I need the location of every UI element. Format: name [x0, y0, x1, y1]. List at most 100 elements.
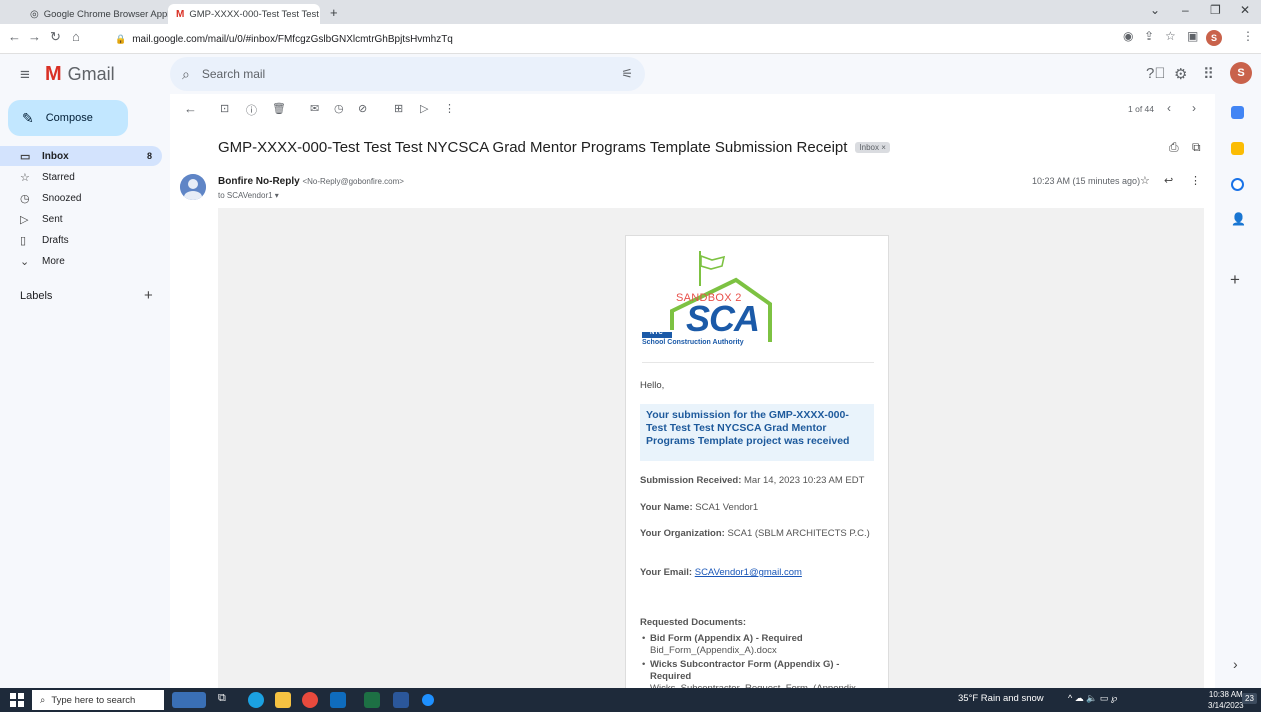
- settings-gear-icon[interactable]: ⚙: [1174, 65, 1187, 83]
- maximize-icon[interactable]: ❐: [1210, 3, 1221, 17]
- sender-email: <No-Reply@gobonfire.com>: [302, 177, 404, 186]
- document-title: Bid Form (Appendix A) - Required: [650, 633, 803, 644]
- confirmation-banner: Your submission for the GMP-XXXX-000-Tes…: [640, 404, 874, 461]
- outlook-icon[interactable]: [330, 692, 346, 708]
- search-bar[interactable]: ⌕ Search mail ⚟: [170, 57, 645, 91]
- home-icon[interactable]: ⌂: [72, 29, 80, 44]
- add-to-tasks-icon[interactable]: ⊘: [358, 102, 367, 115]
- notification-badge[interactable]: 23: [1242, 693, 1257, 704]
- word-icon[interactable]: [393, 692, 409, 708]
- sidebar-item-snoozed[interactable]: ◷ Snoozed: [0, 188, 162, 208]
- submission-received-field: Submission Received: Mar 14, 2023 10:23 …: [640, 474, 880, 487]
- show-side-panel-icon[interactable]: ›: [1233, 656, 1238, 672]
- app-icon[interactable]: [422, 694, 434, 706]
- edge-icon[interactable]: [248, 692, 264, 708]
- report-spam-icon[interactable]: ⓘ: [246, 102, 257, 118]
- weather-widget[interactable]: 35°F Rain and snow: [958, 693, 1044, 704]
- system-tray-icons[interactable]: ^ ☁ 🔈 ▭ ℘: [1068, 693, 1117, 704]
- more-actions-icon[interactable]: ⋮: [444, 102, 455, 115]
- chrome-icon: ◎: [30, 8, 39, 20]
- taskbar-search-input[interactable]: Type here to search: [51, 695, 135, 706]
- older-icon[interactable]: ›: [1192, 101, 1196, 115]
- search-input[interactable]: Search mail: [202, 67, 265, 81]
- close-window-icon[interactable]: ✕: [1240, 3, 1250, 17]
- sidebar-item-starred[interactable]: ☆ Starred: [0, 167, 162, 187]
- news-widget-icon[interactable]: [172, 692, 206, 708]
- forward-icon[interactable]: →: [28, 29, 41, 44]
- subject-text: GMP-XXXX-000-Test Test Test NYCSCA Grad …: [218, 139, 848, 156]
- create-label-icon[interactable]: +: [144, 287, 153, 304]
- clock-time: 10:38 AM: [1208, 690, 1243, 699]
- profile-avatar[interactable]: S: [1206, 30, 1222, 46]
- file-explorer-icon[interactable]: [275, 692, 291, 708]
- chrome-menu-icon[interactable]: ⋮: [1242, 29, 1254, 43]
- keep-icon[interactable]: [1231, 142, 1244, 155]
- sidebar-item-more[interactable]: ⌄ More: [0, 251, 162, 271]
- side-apps-rail: 👤 + ›: [1215, 94, 1261, 688]
- browser-tab[interactable]: ◎ Google Chrome Browser Applica ✕: [22, 4, 172, 24]
- message-more-icon[interactable]: ⋮: [1190, 174, 1201, 187]
- divider: [642, 362, 874, 363]
- address-bar[interactable]: 🔒 mail.google.com/mail/u/0/#inbox/FMfcgz…: [115, 28, 1135, 50]
- back-icon[interactable]: ←: [8, 29, 21, 44]
- message-pane: ← ⊡ ⓘ 🗑 ✉ ◷ ⊘ ⊞ ▷ ⋮ 1 of 44 ‹ › GMP-XXXX…: [172, 94, 1215, 695]
- get-addons-icon[interactable]: +: [1230, 270, 1240, 290]
- sidebar-item-drafts[interactable]: ▯ Drafts: [0, 230, 162, 250]
- delete-icon[interactable]: 🗑: [272, 102, 286, 115]
- browser-tab-bar: ◎ Google Chrome Browser Applica ✕ M GMP-…: [0, 0, 1261, 24]
- chrome-taskbar-icon[interactable]: [302, 692, 318, 708]
- newer-icon[interactable]: ‹: [1167, 101, 1171, 115]
- bookmark-star-icon[interactable]: ☆: [1165, 29, 1176, 43]
- draft-icon: ▯: [20, 234, 27, 247]
- star-icon[interactable]: ☆: [1140, 174, 1150, 187]
- sender-name: Bonfire No-Reply: [218, 176, 300, 187]
- task-view-icon[interactable]: ⧉: [218, 692, 234, 708]
- sidebar-item-inbox[interactable]: ▭ Inbox 8: [0, 146, 162, 166]
- calendar-icon[interactable]: [1231, 106, 1244, 119]
- email-link[interactable]: SCAVendor1@gmail.com: [695, 567, 802, 578]
- label-icon[interactable]: ▷: [420, 102, 428, 115]
- search-icon[interactable]: ⌕: [182, 66, 190, 83]
- search-options-icon[interactable]: ⚟: [621, 66, 633, 82]
- reply-icon[interactable]: ↩: [1164, 174, 1173, 187]
- excel-icon[interactable]: [364, 692, 380, 708]
- mark-unread-icon[interactable]: ✉: [310, 102, 319, 115]
- eye-icon[interactable]: ◉: [1123, 29, 1133, 43]
- gmail-logo[interactable]: M Gmail: [45, 63, 115, 86]
- recipient-details[interactable]: to SCAVendor1 ▾: [218, 191, 279, 200]
- main-menu-icon[interactable]: ≡: [20, 65, 30, 85]
- support-icon[interactable]: ?⃝: [1146, 65, 1166, 82]
- tab-search-icon[interactable]: ⌄: [1150, 3, 1160, 17]
- nyc-label: NYC: [650, 330, 663, 336]
- email-body: SANDBOX 2 SCA NYC School Construction Au…: [218, 208, 1204, 695]
- print-icon[interactable]: ⎙: [1169, 140, 1179, 155]
- sidebar-item-sent[interactable]: ▷ Sent: [0, 209, 162, 229]
- minimize-icon[interactable]: –: [1182, 3, 1189, 17]
- archive-icon[interactable]: ⊡: [220, 102, 229, 115]
- sender-line: Bonfire No-Reply <No-Reply@gobonfire.com…: [218, 176, 404, 187]
- lock-icon: 🔒: [115, 33, 127, 44]
- field-value: SCA1 Vendor1: [695, 502, 759, 513]
- taskbar-clock[interactable]: 10:38 AM 3/14/2023: [1208, 689, 1244, 711]
- contacts-icon[interactable]: 👤: [1231, 212, 1246, 226]
- browser-tab-active[interactable]: M GMP-XXXX-000-Test Test Test NY ✕: [168, 4, 320, 24]
- sidebar-item-label: Sent: [42, 213, 63, 225]
- taskbar-search[interactable]: ⌕ Type here to search: [32, 690, 164, 710]
- new-tab-icon[interactable]: +: [330, 5, 338, 20]
- move-to-icon[interactable]: ⊞: [394, 102, 403, 115]
- open-new-window-icon[interactable]: ⧉: [1192, 140, 1201, 155]
- tab-title: GMP-XXXX-000-Test Test Test NY: [189, 8, 320, 20]
- field-label: Your Organization:: [640, 528, 725, 539]
- windows-start-icon[interactable]: [10, 693, 24, 707]
- account-avatar[interactable]: S: [1230, 62, 1252, 84]
- side-panel-icon[interactable]: ▣: [1187, 29, 1198, 43]
- sidebar-item-label: Starred: [42, 171, 75, 183]
- snooze-icon[interactable]: ◷: [334, 102, 344, 115]
- tasks-icon[interactable]: [1231, 178, 1244, 191]
- inbox-label-chip[interactable]: Inbox ×: [855, 142, 890, 153]
- share-icon[interactable]: ⇪: [1144, 29, 1154, 43]
- back-to-inbox-icon[interactable]: ←: [184, 101, 197, 116]
- reload-icon[interactable]: ↻: [50, 29, 61, 45]
- compose-button[interactable]: ✎ Compose: [8, 100, 128, 136]
- apps-grid-icon[interactable]: ⠿: [1203, 65, 1214, 83]
